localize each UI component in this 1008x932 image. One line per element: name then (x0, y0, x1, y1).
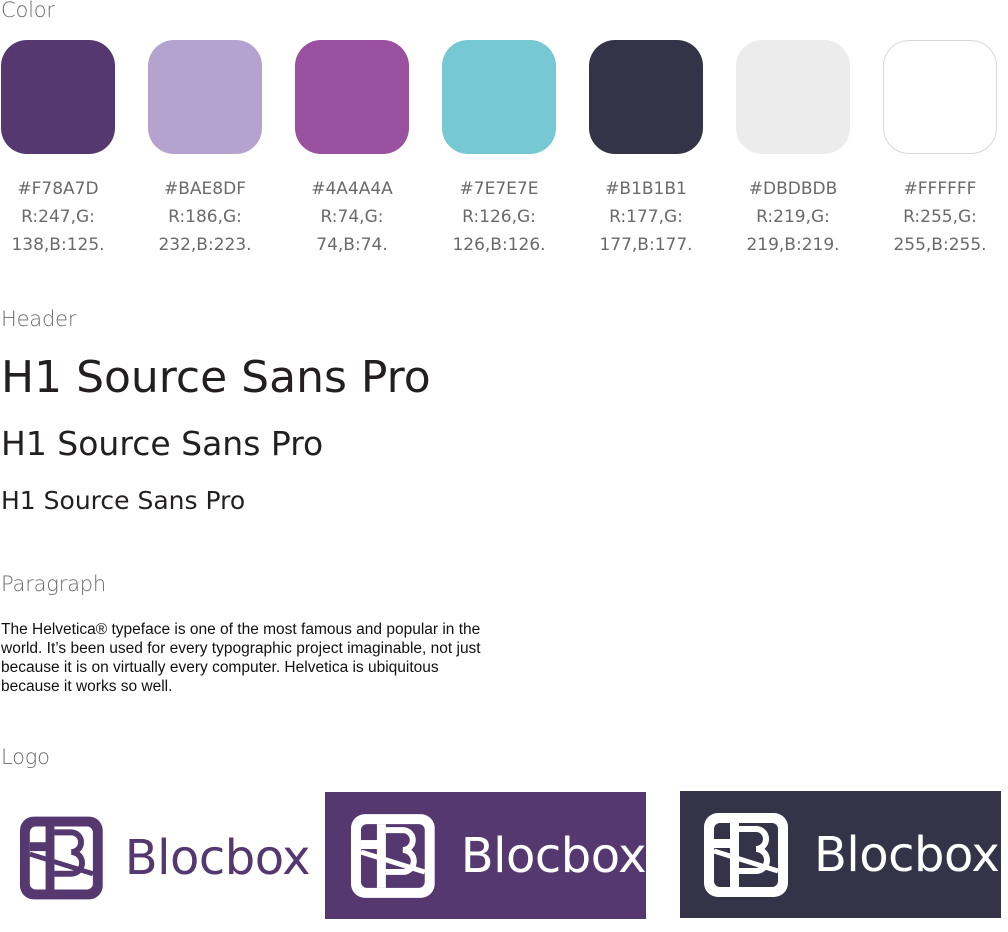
swatch-item: #DBDBDB R:219,G: 219,B:219. (718, 40, 868, 259)
swatch-rgb-line2: 177,B:177. (599, 235, 693, 255)
swatch-info: #B1B1B1 R:177,G: 177,B:177. (571, 175, 721, 259)
swatch-hex: #4A4A4A (311, 179, 393, 199)
swatch-hex: #DBDBDB (748, 179, 838, 199)
header-sample-medium: H1 Source Sans Pro (1, 424, 324, 463)
swatch-rgb-line2: 126,B:126. (452, 235, 546, 255)
paragraph-sample: The Helvetica® typeface is one of the mo… (1, 621, 481, 695)
swatch-rgb-line1: R:177,G: (609, 207, 683, 227)
swatch-item: #4A4A4A R:74,G: 74,B:74. (277, 40, 427, 259)
logo-dark: Blocbox (680, 791, 1001, 918)
blocbox-logo-icon (19, 816, 103, 899)
swatch-hex: #F78A7D (17, 179, 99, 199)
swatch-item: #B1B1B1 R:177,G: 177,B:177. (571, 40, 721, 259)
logo-wordmark: Blocbox (814, 826, 1000, 883)
swatch-item: #FFFFFF R:255,G: 255,B:255. (865, 40, 1008, 259)
color-swatch-list: #F78A7D R:247,G: 138,B:125. #BAE8DF R:18… (0, 40, 1008, 260)
blocbox-logo-icon (704, 812, 788, 897)
color-swatch (295, 40, 409, 154)
swatch-rgb-line1: R:255,G: (903, 207, 977, 227)
swatch-rgb-line2: 219,B:219. (746, 235, 840, 255)
logo-wordmark: Blocbox (460, 827, 647, 884)
swatch-rgb-line1: R:74,G: (320, 207, 384, 227)
swatch-rgb-line1: R:219,G: (756, 207, 830, 227)
color-swatch (589, 40, 703, 154)
header-sample-large: H1 Source Sans Pro (1, 352, 431, 403)
color-swatch (883, 40, 997, 154)
section-title-header: Header (1, 307, 77, 331)
swatch-rgb-line1: R:126,G: (462, 207, 536, 227)
section-title-color: Color (1, 0, 55, 22)
swatch-info: #4A4A4A R:74,G: 74,B:74. (277, 175, 427, 259)
color-swatch (148, 40, 262, 154)
swatch-hex: #FFFFFF (903, 179, 977, 199)
swatch-info: #7E7E7E R:126,G: 126,B:126. (424, 175, 574, 259)
swatch-rgb-line2: 138,B:125. (11, 235, 105, 255)
color-swatch (442, 40, 556, 154)
section-title-paragraph: Paragraph (1, 572, 107, 596)
section-title-logo: Logo (1, 745, 50, 769)
swatch-info: #FFFFFF R:255,G: 255,B:255. (865, 175, 1008, 259)
logo-wordmark: Blocbox (124, 829, 311, 886)
swatch-rgb-line1: R:247,G: (21, 207, 95, 227)
header-sample-small: H1 Source Sans Pro (1, 486, 246, 515)
swatch-info: #F78A7D R:247,G: 138,B:125. (0, 175, 133, 259)
swatch-hex: #7E7E7E (459, 179, 539, 199)
logo-purple: Blocbox (325, 792, 647, 919)
swatch-info: #DBDBDB R:219,G: 219,B:219. (718, 175, 868, 259)
blocbox-logo-icon (350, 813, 435, 898)
swatch-info: #BAE8DF R:186,G: 232,B:223. (130, 175, 280, 259)
swatch-rgb-line2: 74,B:74. (316, 235, 388, 255)
swatch-item: #7E7E7E R:126,G: 126,B:126. (424, 40, 574, 259)
color-swatch (1, 40, 115, 154)
swatch-item: #F78A7D R:247,G: 138,B:125. (0, 40, 133, 259)
swatch-hex: #BAE8DF (164, 179, 246, 199)
swatch-rgb-line2: 232,B:223. (158, 235, 252, 255)
swatch-item: #BAE8DF R:186,G: 232,B:223. (130, 40, 280, 259)
logo-light: Blocbox (0, 795, 311, 920)
swatch-hex: #B1B1B1 (605, 179, 687, 199)
color-swatch (736, 40, 850, 154)
swatch-rgb-line1: R:186,G: (168, 207, 242, 227)
swatch-rgb-line2: 255,B:255. (893, 235, 987, 255)
